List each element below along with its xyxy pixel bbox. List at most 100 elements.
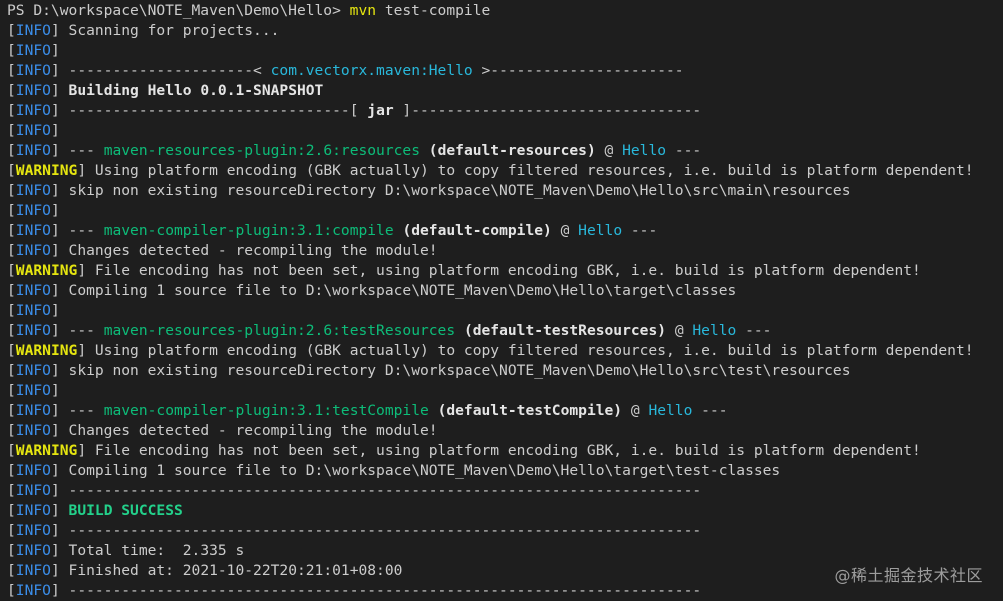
bracket-close: ] (50, 362, 60, 379)
log-line: [INFO] BUILD SUCCESS (7, 501, 1003, 521)
log-text: --- (59, 402, 104, 419)
log-text: File encoding has not been set, using pl… (86, 262, 921, 279)
level-info: INFO (15, 142, 51, 159)
level-info: INFO (15, 522, 51, 539)
log-line: [INFO] (7, 41, 1003, 61)
log-emphasis: (default-testResources) (463, 322, 667, 339)
bracket-open: [ (7, 522, 16, 539)
log-line: [WARNING] File encoding has not been set… (7, 441, 1003, 461)
bracket-close: ] (50, 222, 60, 239)
bracket-open: [ (7, 82, 16, 99)
level-info: INFO (15, 22, 51, 39)
bracket-close: ] (50, 62, 60, 79)
bracket-close: ] (50, 402, 60, 419)
log-lines: [INFO] Scanning for projects... [INFO] [IN… (7, 21, 1003, 601)
log-text: --- (59, 142, 104, 159)
log-text: skip non existing resourceDirectory D:\w… (59, 362, 851, 379)
bracket-open: [ (7, 502, 16, 519)
level-info: INFO (15, 222, 51, 239)
terminal-output[interactable]: PS D:\workspace\NOTE_Maven\Demo\Hello> m… (0, 0, 1003, 600)
log-line: [INFO] Total time: 2.335 s (7, 541, 1003, 561)
level-info: INFO (15, 362, 51, 379)
level-info: INFO (15, 202, 51, 219)
bracket-close: ] (50, 422, 60, 439)
bracket-close: ] (50, 82, 60, 99)
bracket-open: [ (7, 382, 16, 399)
log-emphasis: jar (367, 102, 394, 119)
level-info: INFO (15, 82, 51, 99)
command-name: mvn (349, 2, 377, 19)
log-text: --- (692, 402, 728, 419)
log-line: [INFO] ---------------------< com.vector… (7, 61, 1003, 81)
artifact-name: Hello (692, 322, 737, 339)
log-text: ---------------------< (59, 62, 271, 79)
log-text: --------------------------------[ (59, 102, 368, 119)
plugin-name: maven-resources-plugin:2.6:resources (103, 142, 420, 159)
level-info: INFO (15, 322, 51, 339)
bracket-open: [ (7, 142, 16, 159)
bracket-close: ] (50, 522, 60, 539)
log-text: ----------------------------------------… (59, 482, 702, 499)
log-line: [INFO] --------------------------------[… (7, 101, 1003, 121)
log-line: [INFO] Changes detected - recompiling th… (7, 421, 1003, 441)
log-text: --- (622, 222, 658, 239)
bracket-close: ] (50, 42, 60, 59)
log-text: ]--------------------------------- (393, 102, 702, 119)
log-text: --- (736, 322, 772, 339)
log-text: Total time: 2.335 s (59, 542, 245, 559)
log-text: Changes detected - recompiling the modul… (59, 242, 438, 259)
bracket-open: [ (7, 262, 16, 279)
level-info: INFO (15, 302, 51, 319)
log-line: [WARNING] File encoding has not been set… (7, 261, 1003, 281)
level-info: INFO (15, 402, 51, 419)
bracket-open: [ (7, 122, 16, 139)
log-text: File encoding has not been set, using pl… (86, 442, 921, 459)
plugin-name: maven-resources-plugin:2.6:testResources (103, 322, 456, 339)
log-line: [INFO] Scanning for projects... (7, 21, 1003, 41)
bracket-close: ] (50, 302, 60, 319)
log-text: @ (666, 322, 693, 339)
bracket-close: ] (50, 322, 60, 339)
level-warning: WARNING (15, 442, 78, 459)
plugin-name: maven-compiler-plugin:3.1:compile (103, 222, 394, 239)
bracket-close: ] (50, 502, 60, 519)
bracket-open: [ (7, 442, 16, 459)
log-text: @ (595, 142, 623, 159)
prompt-line: PS D:\workspace\NOTE_Maven\Demo\Hello> m… (7, 1, 1003, 21)
bracket-close: ] (50, 242, 60, 259)
level-info: INFO (15, 482, 51, 499)
log-line: [INFO] --- maven-compiler-plugin:3.1:com… (7, 221, 1003, 241)
bracket-open: [ (7, 542, 16, 559)
bracket-close: ] (50, 282, 60, 299)
log-line: [INFO] skip non existing resourceDirecto… (7, 181, 1003, 201)
bracket-close: ] (77, 342, 87, 359)
bracket-close: ] (50, 542, 60, 559)
level-info: INFO (15, 562, 51, 579)
bracket-close: ] (50, 142, 60, 159)
level-info: INFO (15, 502, 51, 519)
bracket-open: [ (7, 302, 16, 319)
bracket-close: ] (77, 262, 87, 279)
level-info: INFO (15, 382, 51, 399)
bracket-open: [ (7, 422, 16, 439)
log-text: --- (666, 142, 702, 159)
log-line: [INFO] Compiling 1 source file to D:\wor… (7, 281, 1003, 301)
log-line: [INFO] Compiling 1 source file to D:\wor… (7, 461, 1003, 481)
bracket-open: [ (7, 182, 16, 199)
bracket-close: ] (50, 562, 60, 579)
bracket-open: [ (7, 222, 16, 239)
level-info: INFO (15, 182, 51, 199)
log-line: [INFO] Building Hello 0.0.1-SNAPSHOT (7, 81, 1003, 101)
level-info: INFO (15, 282, 51, 299)
bracket-open: [ (7, 342, 16, 359)
bracket-close: ] (77, 162, 87, 179)
artifact-name: Hello (648, 402, 693, 419)
log-text: --- (59, 322, 104, 339)
log-line: [INFO] ---------------------------------… (7, 481, 1003, 501)
bracket-open: [ (7, 402, 16, 419)
level-info: INFO (15, 62, 51, 79)
log-line: [INFO] (7, 201, 1003, 221)
level-warning: WARNING (15, 342, 78, 359)
